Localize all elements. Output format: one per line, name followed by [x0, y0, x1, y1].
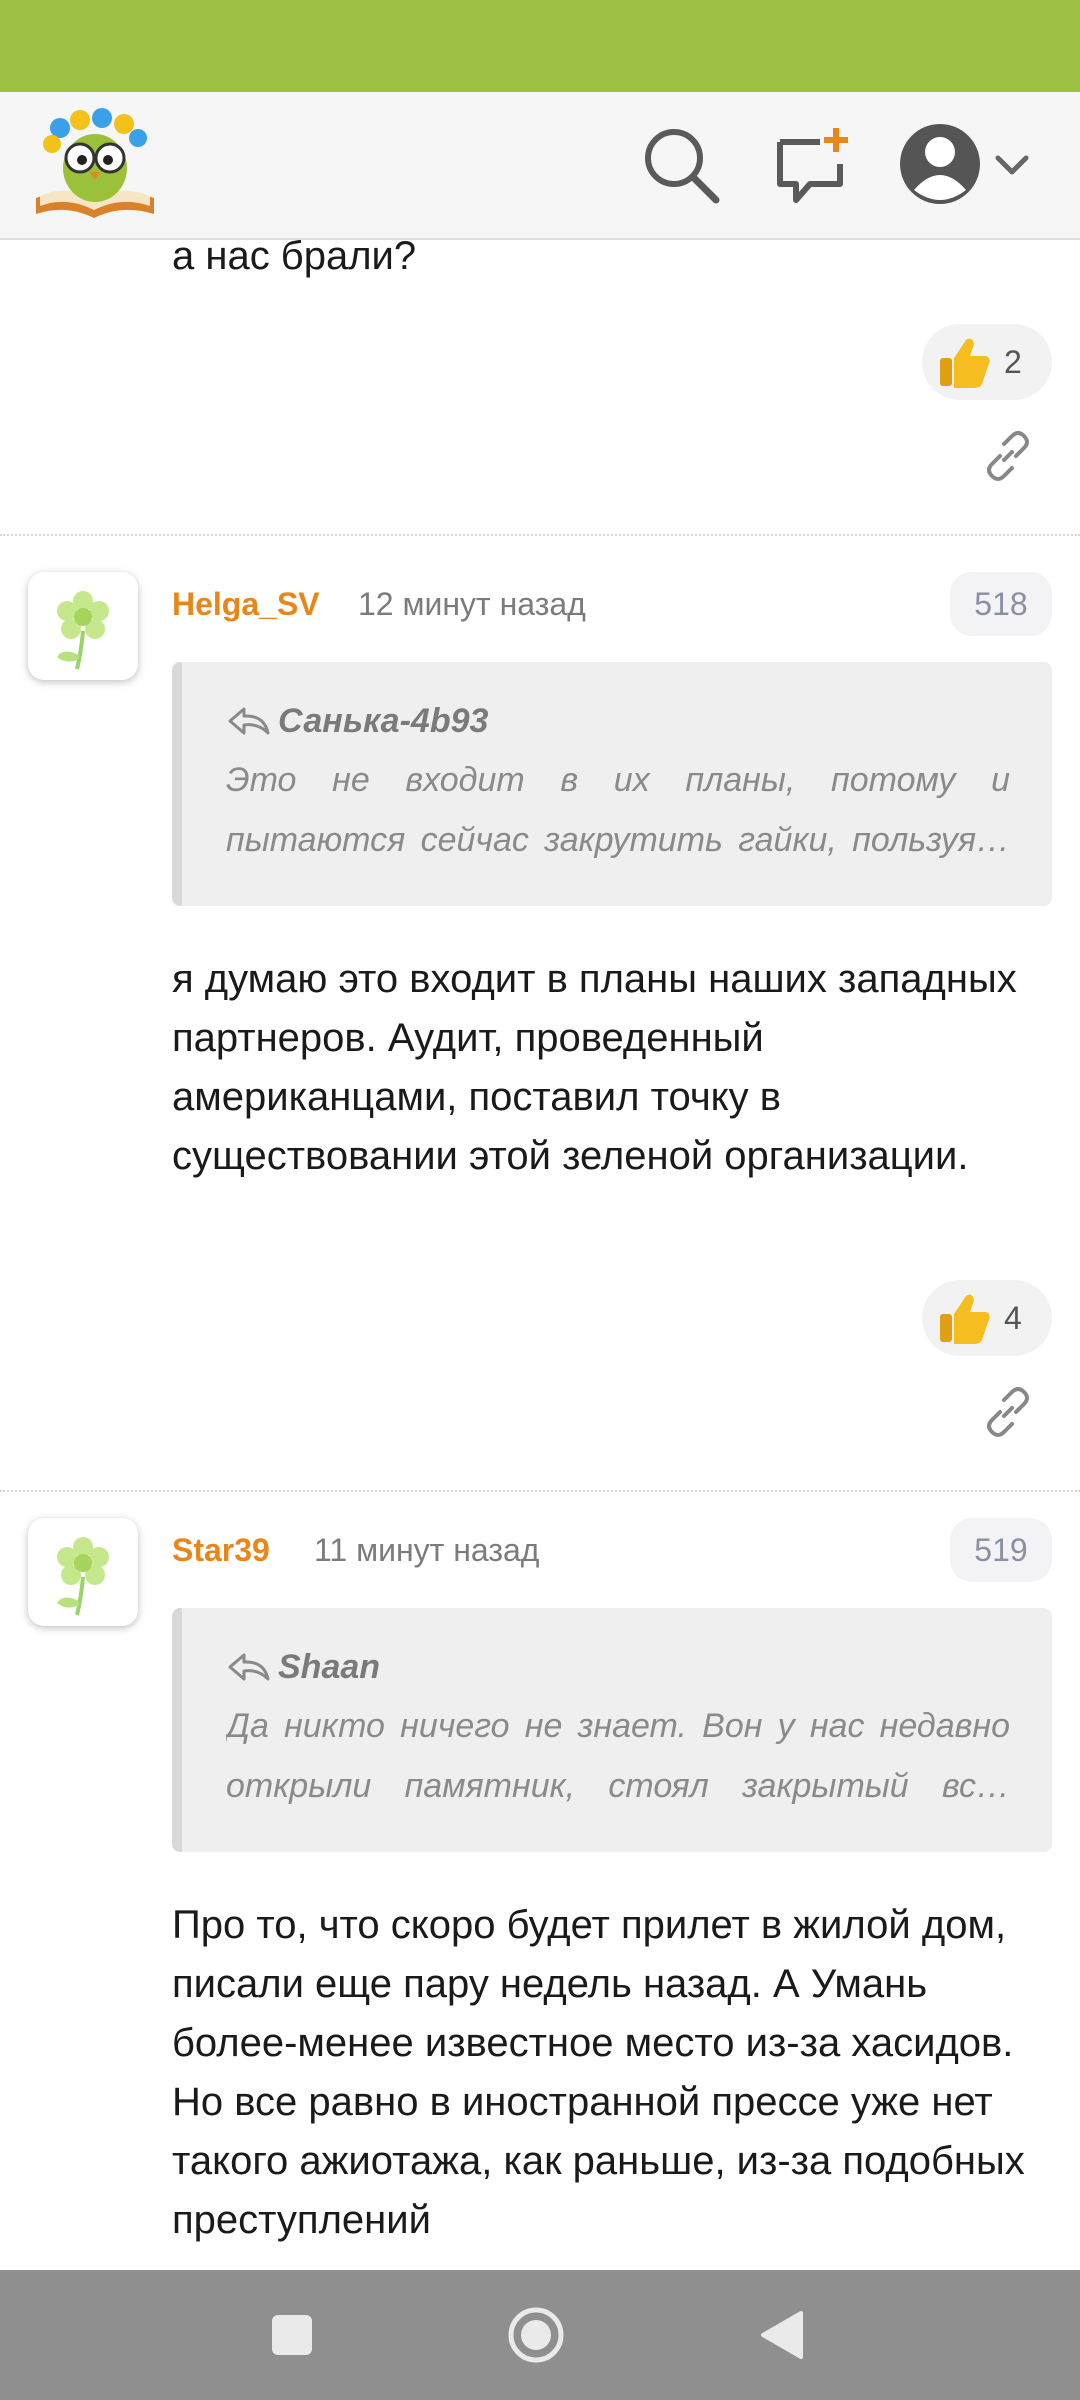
- recents-button[interactable]: [254, 2297, 330, 2373]
- quote-author: Shaan: [278, 1647, 381, 1686]
- like-button[interactable]: 4: [922, 1280, 1052, 1356]
- copy-link-button[interactable]: [978, 1382, 1038, 1442]
- reply-arrow-icon: [228, 1653, 270, 1681]
- search-icon: [645, 129, 720, 204]
- home-circle-icon: [508, 2307, 564, 2363]
- comment-divider: [0, 1490, 1080, 1492]
- link-icon: [987, 431, 1029, 481]
- comment-text: я думаю это входит в планы наших западны…: [172, 957, 1017, 1178]
- comment-text: Про то, что скоро будет прилет в жилой д…: [172, 1903, 1025, 2242]
- comment-number-badge[interactable]: 519: [950, 1518, 1052, 1582]
- search-button[interactable]: [636, 120, 726, 210]
- flower-avatar-icon: [57, 591, 109, 670]
- avatar[interactable]: [28, 1518, 138, 1626]
- comment-number-badge[interactable]: 518: [950, 572, 1052, 636]
- comment-time: 12 минут назад: [358, 586, 586, 622]
- new-post-button[interactable]: [766, 120, 856, 210]
- comment-text: а нас брали?: [172, 240, 417, 278]
- copy-link-button[interactable]: [978, 426, 1038, 486]
- quoted-reply[interactable]: Shaan Да никто ничего не знает. Вон у на…: [172, 1608, 1052, 1852]
- quote-text: Это не входит в их планы, потому и пытаю…: [226, 761, 1010, 859]
- chat-plus-icon: [777, 128, 848, 203]
- avatar[interactable]: [28, 572, 138, 680]
- comment-divider: [0, 534, 1080, 536]
- reply-arrow-icon: [228, 707, 270, 735]
- link-icon: [987, 1387, 1029, 1437]
- like-count: 2: [1004, 343, 1022, 380]
- app-header: [0, 92, 1080, 240]
- square-icon: [272, 2315, 312, 2355]
- system-nav-bar: [0, 2270, 1080, 2400]
- back-button[interactable]: [744, 2297, 820, 2373]
- status-bar: [0, 0, 1080, 92]
- user-avatar-icon: [900, 124, 1029, 204]
- back-triangle-icon: [761, 2311, 803, 2359]
- username[interactable]: Star39: [172, 1530, 270, 1570]
- home-button[interactable]: [498, 2297, 574, 2373]
- like-button[interactable]: 2: [922, 324, 1052, 400]
- quoted-reply[interactable]: Санька-4b93 Это не входит в их планы, по…: [172, 662, 1052, 906]
- like-count: 4: [1004, 1299, 1022, 1336]
- quote-author: Санька-4b93: [278, 701, 489, 740]
- owl-logo-icon[interactable]: [30, 106, 160, 222]
- profile-menu-button[interactable]: [898, 118, 1048, 214]
- flower-avatar-icon: [57, 1537, 109, 1616]
- comment-time: 11 минут назад: [314, 1532, 540, 1568]
- thumbs-up-icon: [940, 338, 990, 388]
- comments-feed[interactable]: а нас брали? 2 Helga_SV 12 минут назад 5…: [0, 240, 1080, 2270]
- quote-text: Да никто ничего не знает. Вон у нас неда…: [226, 1707, 1010, 1805]
- username[interactable]: Helga_SV: [172, 584, 320, 624]
- thumbs-up-icon: [940, 1294, 990, 1344]
